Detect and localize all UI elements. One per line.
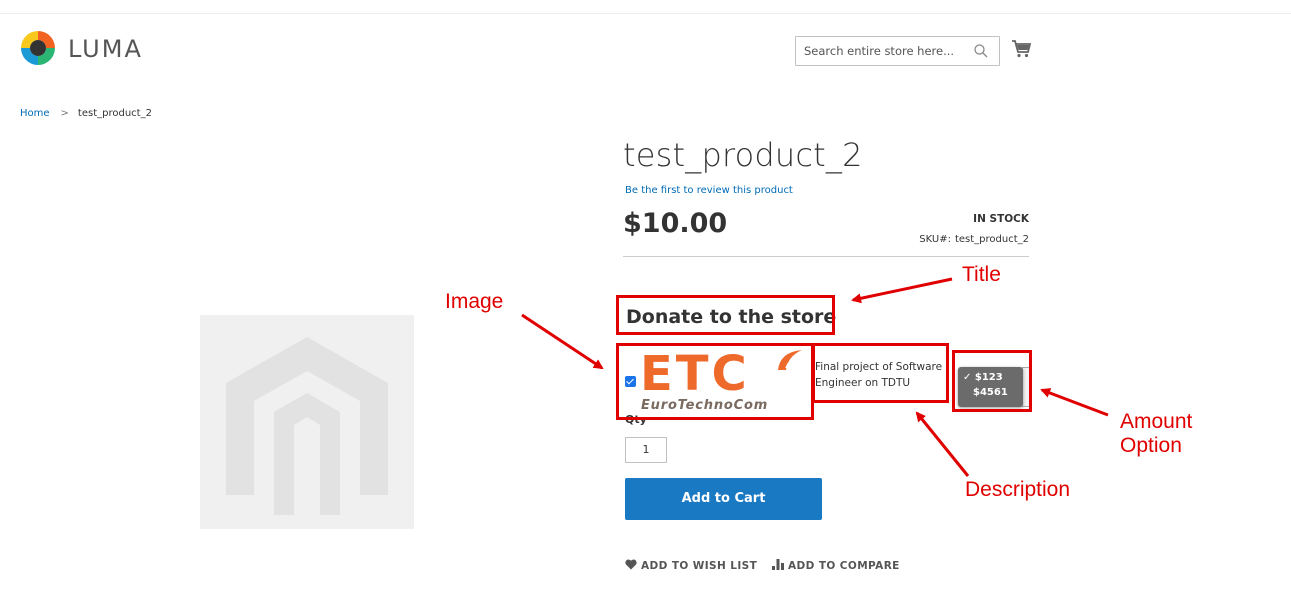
arrow-image xyxy=(521,313,604,370)
arrow-description xyxy=(915,411,970,477)
annotation-arrows xyxy=(521,277,1109,477)
arrow-title xyxy=(851,277,953,304)
annotation-label-description: Description xyxy=(965,478,1071,501)
annotation-label-amount: Amount Option xyxy=(1120,410,1193,457)
annotation-label-title: Title xyxy=(962,263,1001,286)
arrow-amount xyxy=(1040,388,1109,417)
annotation-label-image: Image xyxy=(445,290,504,313)
